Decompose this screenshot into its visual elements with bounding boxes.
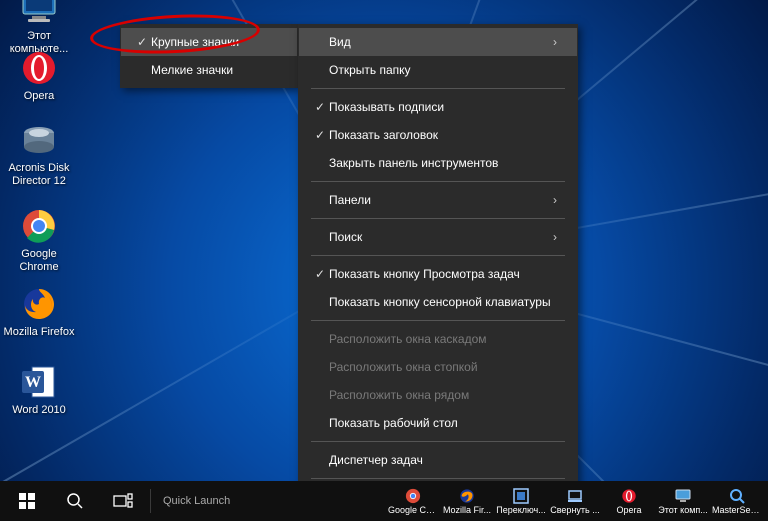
checkmark-icon: ✓: [311, 267, 329, 281]
separator: [311, 441, 565, 442]
taskbar[interactable]: Quick Launch Google Ch... Mozilla Fir...…: [0, 481, 768, 521]
separator: [311, 181, 565, 182]
menu-item-label: Показать кнопку сенсорной клавиатуры: [329, 295, 557, 309]
menu-item-stack: Расположить окна стопкой: [299, 353, 577, 381]
desktop-icon-acronis[interactable]: Acronis Disk Director 12: [2, 120, 76, 188]
taskbar-tray: Google Ch... Mozilla Fir... Переключ... …: [386, 481, 764, 521]
tray-label: Этот комп...: [658, 506, 708, 515]
search-button[interactable]: [52, 481, 98, 521]
computer-icon: [674, 487, 692, 505]
context-submenu-view: ✓ Крупные значки Мелкие значки: [120, 24, 298, 88]
separator: [311, 478, 565, 479]
menu-item-label: Диспетчер задач: [329, 453, 557, 467]
menu-item-label: Закрыть панель инструментов: [329, 156, 557, 170]
menu-item-label: Крупные значки: [151, 35, 277, 49]
tray-item-this-pc[interactable]: Этот комп...: [656, 481, 710, 521]
tray-label: Mozilla Fir...: [443, 506, 491, 515]
tray-label: Opera: [616, 506, 641, 515]
tray-item-chrome[interactable]: Google Ch...: [386, 481, 440, 521]
desktop-icon-label: Opera: [2, 90, 76, 103]
chevron-right-icon: ›: [553, 230, 557, 244]
tray-item-minimize[interactable]: Свернуть ...: [548, 481, 602, 521]
tray-item-switch[interactable]: Переключ...: [494, 481, 548, 521]
taskview-icon: [113, 493, 133, 509]
desktop-icon-label: Mozilla Firefox: [2, 326, 76, 339]
desktop-icon-firefox[interactable]: Mozilla Firefox: [2, 284, 76, 339]
menu-item-label: Мелкие значки: [151, 63, 277, 77]
masterseek-icon: [728, 487, 746, 505]
menu-item-panels[interactable]: Панели ›: [299, 186, 577, 214]
menu-item-show-title[interactable]: ✓ Показать заголовок: [299, 121, 577, 149]
menu-item-label: Показать рабочий стол: [329, 416, 557, 430]
search-icon: [66, 492, 84, 510]
quick-launch-label: Quick Launch: [155, 495, 238, 507]
separator: [311, 88, 565, 89]
menu-item-label: Открыть папку: [329, 63, 557, 77]
menu-item-show-touch-keyboard[interactable]: Показать кнопку сенсорной клавиатуры: [299, 288, 577, 316]
menu-item-show-labels[interactable]: ✓ Показывать подписи: [299, 93, 577, 121]
menu-item-side-by-side: Расположить окна рядом: [299, 381, 577, 409]
menu-item-view[interactable]: Вид ›: [299, 28, 577, 56]
menu-item-label: Показать заголовок: [329, 128, 557, 142]
tray-label: Переключ...: [496, 506, 546, 515]
desktop-icon-chrome[interactable]: Google Chrome: [2, 206, 76, 274]
menu-item-label: Поиск: [329, 230, 553, 244]
separator: [311, 255, 565, 256]
menu-item-small-icons[interactable]: Мелкие значки: [121, 56, 297, 84]
menu-item-cascade: Расположить окна каскадом: [299, 325, 577, 353]
minimize-icon: [566, 487, 584, 505]
opera-icon: [620, 487, 638, 505]
menu-item-task-manager[interactable]: Диспетчер задач: [299, 446, 577, 474]
menu-item-close-toolbar[interactable]: Закрыть панель инструментов: [299, 149, 577, 177]
acronis-icon: [19, 120, 59, 160]
word-icon: W: [19, 362, 59, 402]
taskbar-context-menu: Вид › Открыть папку ✓ Показывать подписи…: [298, 24, 578, 521]
taskview-button[interactable]: [100, 481, 146, 521]
desktop-icon-label: Acronis Disk Director 12: [2, 162, 76, 188]
chevron-right-icon: ›: [553, 35, 557, 49]
svg-text:W: W: [25, 374, 41, 391]
firefox-icon: [19, 284, 59, 324]
menu-item-label: Показать кнопку Просмотра задач: [329, 267, 557, 281]
separator: [311, 218, 565, 219]
chrome-icon: [404, 487, 422, 505]
menu-item-label: Расположить окна рядом: [329, 388, 557, 402]
menu-item-label: Расположить окна каскадом: [329, 332, 557, 346]
opera-icon: [19, 48, 59, 88]
menu-item-search[interactable]: Поиск ›: [299, 223, 577, 251]
tray-label: MasterSee...: [712, 506, 762, 515]
chevron-right-icon: ›: [553, 193, 557, 207]
desktop-icon-word[interactable]: W Word 2010: [2, 362, 76, 417]
menu-item-show-taskview[interactable]: ✓ Показать кнопку Просмотра задач: [299, 260, 577, 288]
tray-item-masterseek[interactable]: MasterSee...: [710, 481, 764, 521]
desktop-icon-label: Google Chrome: [2, 248, 76, 274]
menu-item-label: Расположить окна стопкой: [329, 360, 557, 374]
separator: [311, 320, 565, 321]
menu-item-open-folder[interactable]: Открыть папку: [299, 56, 577, 84]
menu-item-label: Панели: [329, 193, 553, 207]
menu-item-large-icons[interactable]: ✓ Крупные значки: [121, 28, 297, 56]
menu-item-label: Вид: [329, 35, 553, 49]
tray-label: Свернуть ...: [550, 506, 599, 515]
start-button[interactable]: [4, 481, 50, 521]
desktop-icon-label: Word 2010: [2, 404, 76, 417]
computer-icon: [19, 0, 59, 28]
desktop-icon-opera[interactable]: Opera: [2, 48, 76, 103]
switch-icon: [512, 487, 530, 505]
firefox-icon: [458, 487, 476, 505]
menu-item-show-desktop[interactable]: Показать рабочий стол: [299, 409, 577, 437]
taskbar-divider: [150, 489, 151, 513]
chrome-icon: [19, 206, 59, 246]
checkmark-icon: ✓: [311, 128, 329, 142]
tray-label: Google Ch...: [388, 506, 438, 515]
checkmark-icon: ✓: [311, 100, 329, 114]
menu-item-label: Показывать подписи: [329, 100, 557, 114]
tray-item-opera[interactable]: Opera: [602, 481, 656, 521]
windows-icon: [19, 493, 35, 509]
tray-item-firefox[interactable]: Mozilla Fir...: [440, 481, 494, 521]
checkmark-icon: ✓: [133, 35, 151, 49]
